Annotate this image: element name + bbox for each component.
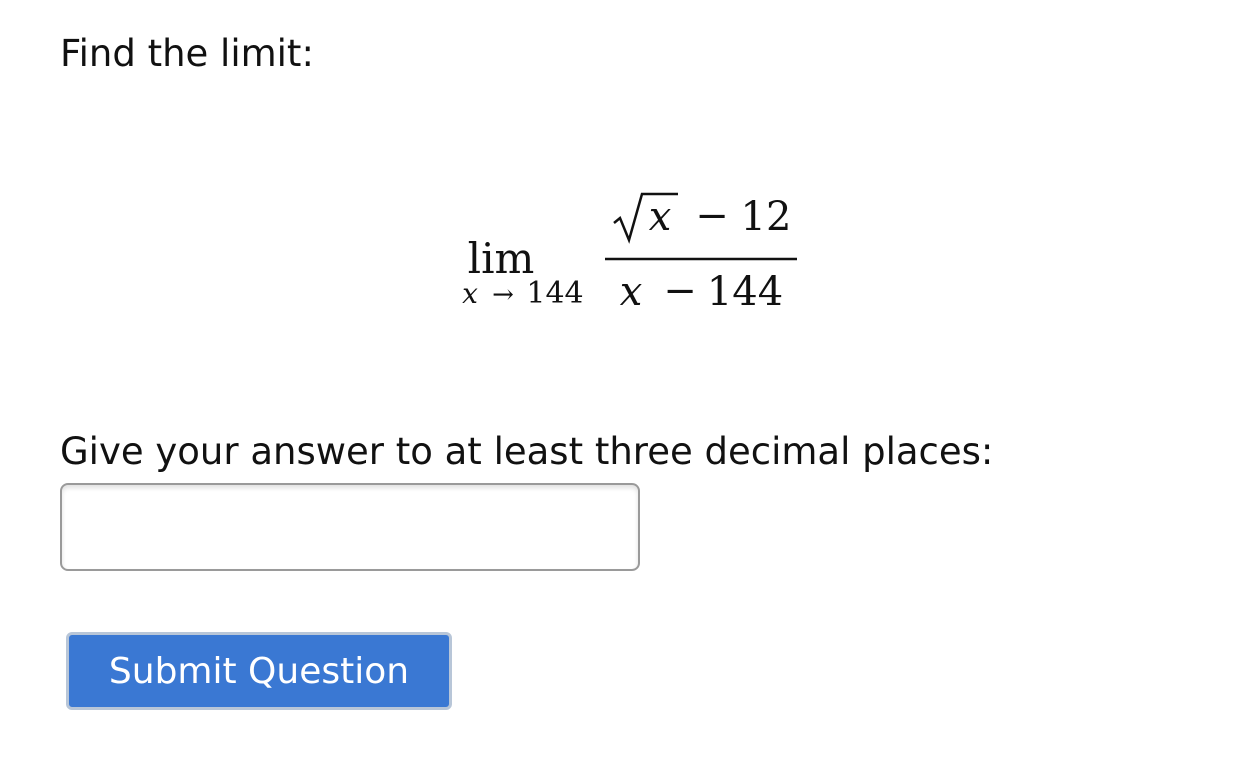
lim-approach-value: 144: [526, 276, 583, 311]
numerator-minus: −: [695, 193, 729, 239]
question-prompt: Find the limit:: [60, 32, 314, 75]
denominator-var: x: [620, 269, 643, 315]
submit-question-button[interactable]: Submit Question: [66, 632, 452, 710]
arrow-icon: →: [492, 280, 514, 310]
square-root-icon: [613, 192, 678, 244]
answer-input[interactable]: [60, 483, 640, 571]
answer-instruction: Give your answer to at least three decim…: [60, 430, 994, 473]
lim-subscript-var: x: [462, 277, 478, 310]
denominator-constant: 144: [707, 269, 783, 315]
numerator-var: x: [649, 194, 672, 240]
denominator-minus: −: [663, 268, 697, 314]
numerator-constant: 12: [741, 194, 792, 240]
lim-operator: lim: [468, 234, 535, 283]
